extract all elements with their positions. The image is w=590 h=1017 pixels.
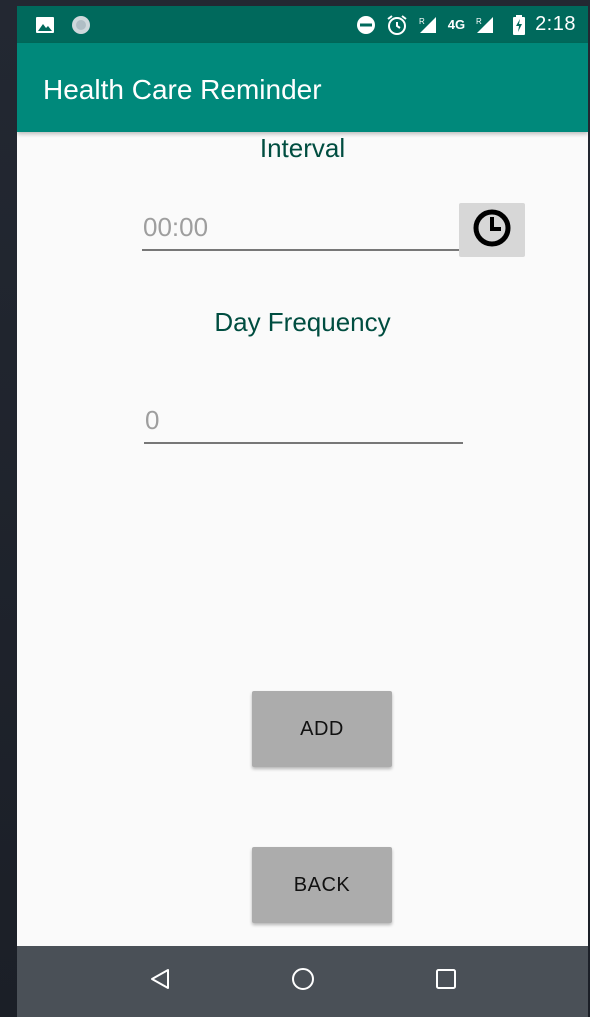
day-frequency-label: Day Frequency (214, 307, 391, 337)
image-icon (35, 16, 55, 34)
phone-screen: R 4G R 2:18 Health Care Reminder Interva… (17, 6, 588, 1017)
status-bar: R 4G R 2:18 (17, 6, 588, 43)
signal-icon: R (418, 16, 438, 34)
clock-icon (472, 208, 512, 253)
app-title: Health Care Reminder (43, 74, 322, 105)
day-frequency-input[interactable] (144, 404, 463, 444)
battery-charging-icon (513, 14, 526, 35)
home-circle-icon (290, 966, 316, 997)
network-type: 4G (447, 17, 466, 32)
add-button[interactable]: ADD (252, 691, 392, 767)
interval-label: Interval (259, 133, 346, 163)
do-not-disturb-icon (356, 15, 376, 35)
nav-recents-button[interactable] (416, 946, 476, 1017)
back-triangle-icon (148, 967, 172, 996)
roaming-signal-icon: R (475, 16, 495, 34)
status-bar-right: R 4G R 2:18 (356, 6, 576, 43)
interval-input[interactable] (142, 211, 461, 251)
navigation-bar (17, 946, 588, 1017)
nav-back-button[interactable] (130, 946, 190, 1017)
back-button[interactable]: BACK (252, 847, 392, 923)
nav-home-button[interactable] (273, 946, 333, 1017)
svg-text:R: R (476, 17, 482, 26)
time-picker-button[interactable] (459, 203, 525, 257)
device-frame: R 4G R 2:18 Health Care Reminder Interva… (0, 0, 590, 1017)
status-time: 2:18 (535, 13, 576, 35)
status-bar-left (35, 6, 91, 43)
sync-icon (71, 15, 91, 35)
recents-square-icon (434, 967, 458, 996)
svg-text:R: R (419, 17, 425, 26)
alarm-icon (386, 14, 408, 36)
app-bar: Health Care Reminder (17, 43, 588, 132)
